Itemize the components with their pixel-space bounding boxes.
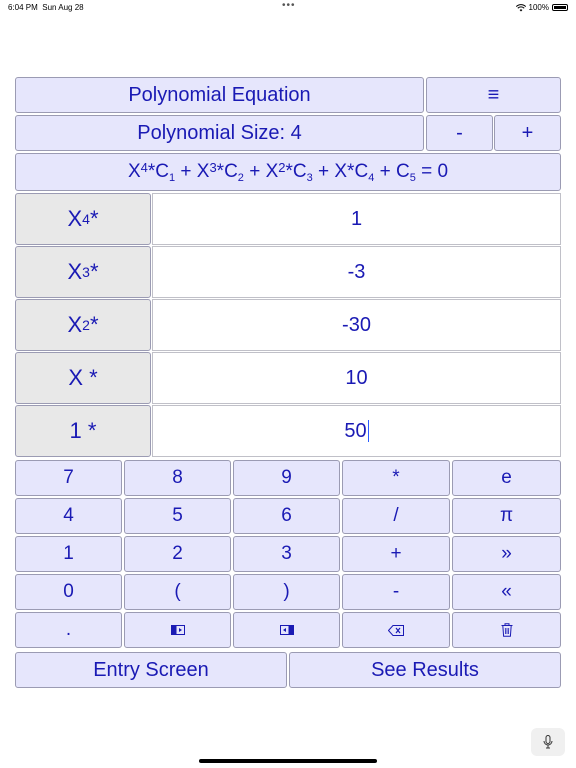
key-open-paren[interactable]: ( (124, 574, 231, 610)
status-time: 6:04 PM Sun Aug 28 (8, 3, 84, 12)
key-clear[interactable] (452, 612, 561, 648)
polynomial-size-button[interactable]: Polynomial Size: 4 (15, 115, 424, 151)
polynomial-size-label: Polynomial Size: 4 (137, 121, 302, 144)
title-label: Polynomial Equation (128, 83, 311, 106)
key-backspace[interactable] (342, 612, 450, 648)
decrement-size-button[interactable]: - (426, 115, 493, 151)
equation-display: X4*C1 + X3*C2 + X2*C3 + X*C4 + C5 = 0 (15, 153, 561, 191)
key-7[interactable]: 7 (15, 460, 122, 496)
coefficient-label-x2: X2 * (15, 299, 151, 351)
key-6[interactable]: 6 (233, 498, 340, 534)
equation-text: X4*C1 + X3*C2 + X2*C3 + X*C4 + C5 = 0 (127, 160, 449, 184)
cursor-right-icon (279, 625, 294, 635)
key-close-paren[interactable]: ) (233, 574, 340, 610)
menu-button[interactable]: ≡ (426, 77, 561, 113)
key-previous-field[interactable]: « (452, 574, 561, 610)
coefficient-label-x0: 1 * (15, 405, 151, 457)
coefficient-input-x0[interactable]: 50 (152, 405, 561, 457)
key-2[interactable]: 2 (124, 536, 231, 572)
key-1[interactable]: 1 (15, 536, 122, 572)
status-bar: 6:04 PM Sun Aug 28 ••• 100% (0, 0, 576, 16)
home-indicator[interactable] (199, 759, 377, 763)
multitasking-dots-icon[interactable]: ••• (282, 0, 296, 11)
coefficient-label-x1: X * (15, 352, 151, 404)
key-cursor-right[interactable] (233, 612, 340, 648)
key-0[interactable]: 0 (15, 574, 122, 610)
key-8[interactable]: 8 (124, 460, 231, 496)
key-e[interactable]: e (452, 460, 561, 496)
key-4[interactable]: 4 (15, 498, 122, 534)
key-cursor-left[interactable] (124, 612, 231, 648)
microphone-icon (543, 735, 553, 749)
key-pi[interactable]: π (452, 498, 561, 534)
backspace-icon (388, 624, 404, 636)
entry-screen-button[interactable]: Entry Screen (15, 652, 287, 688)
key-5[interactable]: 5 (124, 498, 231, 534)
key-divide[interactable]: / (342, 498, 450, 534)
menu-icon: ≡ (487, 83, 500, 106)
coefficient-input-x1[interactable]: 10 (152, 352, 561, 404)
trash-icon (501, 623, 513, 637)
coefficient-input-x2[interactable]: -30 (152, 299, 561, 351)
coefficient-input-x4[interactable]: 1 (152, 193, 561, 245)
dictation-button[interactable] (531, 728, 565, 756)
key-9[interactable]: 9 (233, 460, 340, 496)
text-cursor (367, 420, 369, 442)
key-3[interactable]: 3 (233, 536, 340, 572)
cursor-left-icon (170, 625, 185, 635)
key-decimal[interactable]: . (15, 612, 122, 648)
key-minus[interactable]: - (342, 574, 450, 610)
key-plus[interactable]: + (342, 536, 450, 572)
increment-size-button[interactable]: + (494, 115, 561, 151)
coefficient-label-x4: X4 * (15, 193, 151, 245)
title-button[interactable]: Polynomial Equation (15, 77, 424, 113)
wifi-icon (515, 3, 526, 12)
see-results-button[interactable]: See Results (289, 652, 561, 688)
coefficient-input-x3[interactable]: -3 (152, 246, 561, 298)
key-multiply[interactable]: * (342, 460, 450, 496)
coefficient-label-x3: X3 * (15, 246, 151, 298)
status-right: 100% (515, 3, 568, 12)
battery-percent: 100% (528, 3, 549, 12)
battery-icon (552, 4, 568, 11)
key-next-field[interactable]: » (452, 536, 561, 572)
